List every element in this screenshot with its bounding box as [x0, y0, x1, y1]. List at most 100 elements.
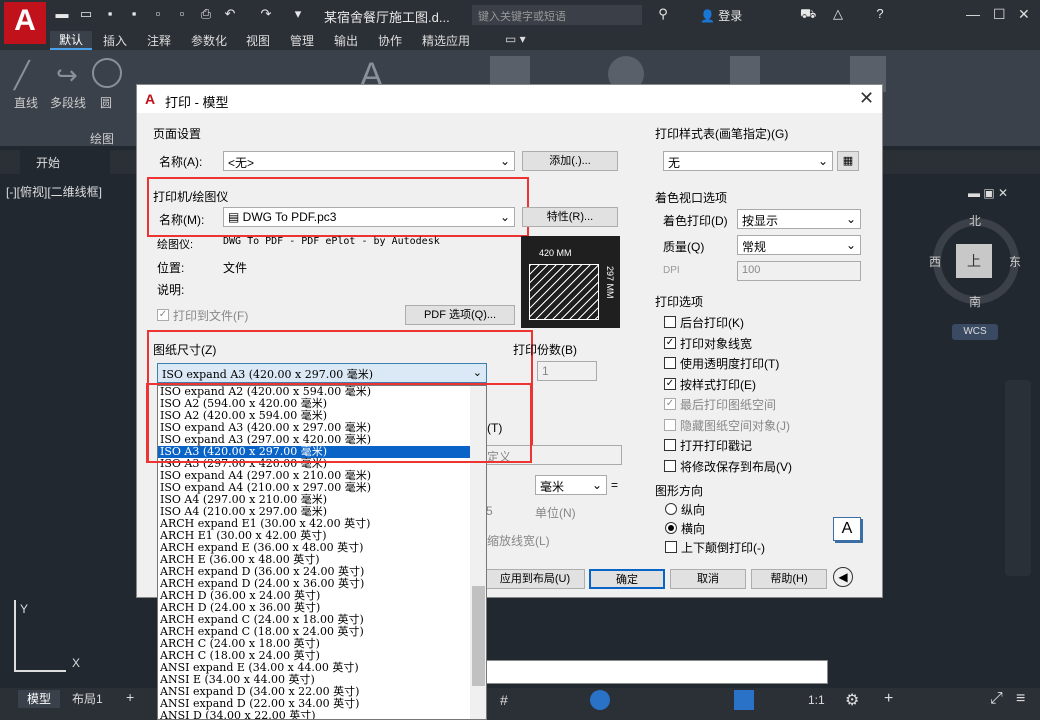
unit-select[interactable]: 毫米 ⌄ [535, 475, 607, 495]
dropdown-scroll-thumb[interactable] [472, 586, 485, 686]
dropdown-item[interactable]: ANSI D (34.00 x 22.00 英寸) [158, 710, 470, 720]
tab-parametric[interactable]: 参数化 [191, 32, 227, 49]
close-window-icon[interactable]: ✕ [1018, 6, 1030, 23]
plus-icon[interactable]: + [884, 690, 893, 708]
redo-icon[interactable]: ↷ [258, 6, 274, 22]
landscape-radio[interactable] [665, 522, 677, 534]
cart-icon[interactable]: ⛟ [800, 6, 816, 22]
annotation-icon[interactable] [734, 690, 754, 710]
maximize-icon[interactable]: ☐ [993, 6, 1006, 23]
collapse-options-icon[interactable]: ◀ [833, 567, 853, 587]
tab-manage[interactable]: 管理 [290, 32, 314, 49]
navigation-bar[interactable] [1005, 380, 1031, 576]
model-tab[interactable]: 模型 [18, 690, 60, 708]
plot-option-checkbox[interactable] [664, 357, 676, 369]
viewcube-top[interactable]: 上 [956, 244, 992, 278]
settings-gear-icon[interactable]: ⚙ [845, 690, 859, 710]
fullscreen-icon[interactable]: ⤢ [990, 690, 1003, 708]
ortho-icon[interactable] [590, 690, 610, 710]
edit-plot-style-icon[interactable]: ▦ [837, 151, 859, 171]
viewport-window-controls[interactable]: ▬ ▣ ✕ [968, 186, 1008, 200]
tab-annotate[interactable]: 注释 [147, 32, 171, 49]
dpi-input[interactable]: 100 [737, 261, 861, 281]
new-file-icon[interactable]: ▬ [54, 6, 70, 22]
save-as-icon[interactable]: ▪ [126, 6, 142, 22]
plot-option-row[interactable]: ✓ 最后打印图纸空间 [664, 395, 864, 416]
print-to-file-checkbox[interactable]: ✓ [157, 309, 169, 321]
plot-style-select[interactable]: 无 ⌄ [663, 151, 833, 171]
compass-west[interactable]: 西 [929, 253, 941, 270]
undo-icon[interactable]: ↶ [222, 6, 238, 22]
plot-option-checkbox[interactable] [664, 418, 676, 431]
help-icon[interactable]: ? [872, 6, 888, 22]
plot-option-row[interactable]: 后台打印(K) [664, 313, 864, 334]
draw-panel-label[interactable]: 绘图 [90, 130, 114, 147]
add-layout-icon[interactable]: + [126, 689, 134, 705]
scale-readout[interactable]: 1:1 [808, 693, 825, 707]
help-button[interactable]: 帮助(H) [751, 569, 827, 589]
line-tool-icon[interactable]: ╱ [14, 60, 30, 91]
cancel-button[interactable]: 取消 [670, 569, 746, 589]
paper-size-select[interactable]: ISO expand A3 (420.00 x 297.00 毫米) ⌄ [157, 363, 487, 383]
apply-to-layout-button[interactable]: 应用到布局(U) [485, 569, 585, 589]
minimize-icon[interactable]: — [966, 6, 980, 22]
viewport-controls[interactable]: [-][俯视][二维线框] [6, 183, 102, 200]
compass-north[interactable]: 北 [969, 212, 981, 229]
add-page-setup-button[interactable]: 添加(.)... [522, 151, 618, 171]
plot-option-checkbox[interactable]: ✓ [664, 377, 676, 390]
copies-input[interactable]: 1 [537, 361, 597, 381]
plot-option-row[interactable]: ✓ 按样式打印(E) [664, 375, 864, 396]
polyline-tool-label[interactable]: 多段线 [50, 94, 86, 111]
wcs-menu[interactable]: WCS [952, 324, 998, 340]
print-icon[interactable]: ⎙ [198, 6, 214, 22]
plot-option-row[interactable]: 将修改保存到布局(V) [664, 457, 864, 478]
layout1-tab[interactable]: 布局1 [72, 690, 103, 707]
upside-down-checkbox[interactable] [665, 541, 677, 553]
plot-option-row[interactable]: 隐藏图纸空间对象(J) [664, 416, 864, 437]
ribbon-more-icon[interactable]: ▭ ▾ [505, 32, 526, 46]
unit-value-field[interactable]: 5 [486, 504, 493, 518]
printer-properties-button[interactable]: 特性(R)... [522, 207, 618, 227]
login-link[interactable]: 👤 登录 [700, 7, 742, 24]
save-icon[interactable]: ▪ [102, 6, 118, 22]
binoculars-icon[interactable]: ⚲ [655, 6, 671, 22]
plot-option-row[interactable]: ✓ 打印对象线宽 [664, 334, 864, 355]
tab-default[interactable]: 默认 [50, 31, 92, 50]
tab-view[interactable]: 视图 [246, 32, 270, 49]
share-icon[interactable]: △ [830, 6, 846, 22]
plot-option-row[interactable]: 使用透明度打印(T) [664, 354, 864, 375]
compass-south[interactable]: 南 [969, 293, 981, 310]
tab-output[interactable]: 输出 [334, 32, 358, 49]
plot-option-checkbox[interactable]: ✓ [664, 398, 676, 410]
polyline-tool-icon[interactable]: ↪ [56, 60, 78, 91]
publish-icon[interactable]: ▫ [174, 6, 190, 22]
line-tool-label[interactable]: 直线 [14, 94, 38, 111]
circle-tool-label[interactable]: 圆 [100, 94, 112, 111]
search-input[interactable]: 键入关键字或短语 [472, 5, 642, 25]
dialog-close-icon[interactable]: ✕ [859, 88, 874, 109]
page-setup-name-select[interactable]: <无> ⌄ [223, 151, 515, 171]
plot-option-row[interactable]: 打开打印戳记 [664, 436, 864, 457]
tab-insert[interactable]: 插入 [103, 32, 127, 49]
shade-plot-select[interactable]: 按显示 ⌄ [737, 209, 861, 229]
quality-select[interactable]: 常规 ⌄ [737, 235, 861, 255]
grid-icon[interactable]: # [500, 692, 508, 708]
menu-icon[interactable]: ≡ [1016, 690, 1025, 708]
app-logo-button[interactable]: A [4, 2, 46, 44]
plot-option-checkbox[interactable] [664, 459, 676, 472]
file-tab-start[interactable]: 开始 [20, 150, 110, 174]
web-icon[interactable]: ▫ [150, 6, 166, 22]
pdf-options-button[interactable]: PDF 选项(Q)... [405, 305, 515, 325]
ok-button[interactable]: 确定 [589, 569, 665, 589]
tab-featured-apps[interactable]: 精选应用 [422, 32, 470, 49]
plot-option-checkbox[interactable] [664, 439, 676, 451]
compass-east[interactable]: 东 [1009, 253, 1021, 270]
circle-tool-icon[interactable] [92, 58, 122, 88]
open-folder-icon[interactable]: ▭ [78, 6, 94, 22]
plot-option-checkbox[interactable]: ✓ [664, 336, 676, 349]
plot-option-checkbox[interactable] [664, 316, 676, 328]
portrait-radio[interactable] [665, 503, 677, 515]
command-line-input[interactable] [486, 660, 828, 684]
printer-name-select[interactable]: ▤ DWG To PDF.pc3 ⌄ [223, 207, 515, 227]
tab-collaborate[interactable]: 协作 [378, 32, 402, 49]
